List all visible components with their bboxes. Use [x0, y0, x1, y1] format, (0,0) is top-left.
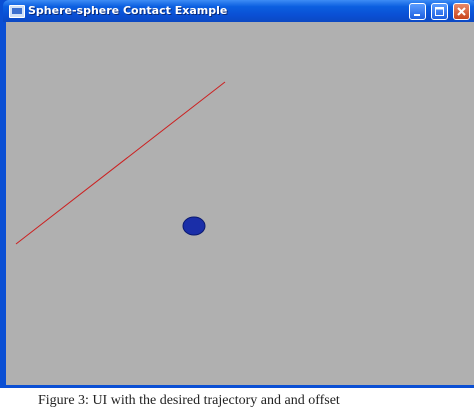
contact-sphere [182, 216, 206, 236]
window-title: Sphere-sphere Contact Example [28, 4, 228, 17]
minimize-button[interactable] [409, 3, 426, 20]
close-button[interactable] [453, 3, 470, 20]
render-viewport[interactable] [6, 22, 474, 385]
maximize-button[interactable] [431, 3, 448, 20]
figure-caption: Figure 3: UI with the desired trajectory… [38, 393, 340, 408]
app-window: Sphere-sphere Contact Example [0, 0, 474, 388]
app-window-icon[interactable] [9, 5, 25, 18]
scene-canvas [15, 81, 226, 245]
close-icon [457, 7, 466, 16]
minimize-icon [414, 14, 420, 16]
maximize-icon [435, 7, 444, 16]
title-bar[interactable]: Sphere-sphere Contact Example [3, 0, 474, 22]
